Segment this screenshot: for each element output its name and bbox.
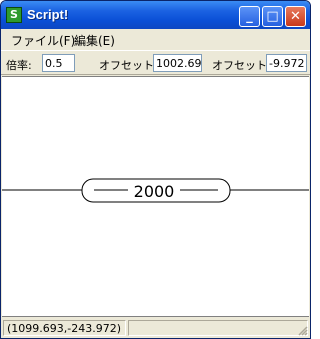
status-bar: (1099.693,-243.972) bbox=[1, 318, 310, 338]
zoom-input[interactable]: 0.5 bbox=[42, 54, 75, 72]
app-icon[interactable]: S bbox=[6, 7, 22, 23]
zoom-label: 倍率: bbox=[6, 59, 32, 72]
resize-grip-icon[interactable] bbox=[296, 324, 308, 336]
minimize-icon: _ bbox=[246, 9, 253, 24]
menu-bar: ファイル(F) 編集(E) bbox=[1, 29, 310, 49]
maximize-button[interactable]: □ bbox=[262, 6, 283, 27]
window-title: Script! bbox=[27, 7, 69, 22]
toolbar: 倍率: 0.5 オフセットX: 1002.693 オフセットY: -9.972 bbox=[1, 50, 310, 75]
offset-y-input[interactable]: -9.972 bbox=[266, 54, 307, 72]
canvas-svg: 2000 bbox=[2, 178, 309, 203]
minimize-button[interactable]: _ bbox=[239, 6, 260, 27]
title-bar[interactable]: S Script! _ □ ✕ bbox=[1, 1, 310, 29]
menu-edit[interactable]: 編集(E) bbox=[74, 32, 115, 49]
status-panel-empty bbox=[128, 320, 308, 336]
menu-file[interactable]: ファイル(F) bbox=[11, 32, 75, 49]
maximize-icon: □ bbox=[266, 9, 279, 24]
close-button[interactable]: ✕ bbox=[285, 6, 306, 27]
drawing-canvas[interactable]: 2000 bbox=[2, 76, 309, 317]
status-coordinates: (1099.693,-243.972) bbox=[3, 320, 126, 336]
node-label: 2000 bbox=[134, 182, 175, 201]
offset-x-input[interactable]: 1002.693 bbox=[153, 54, 202, 72]
close-icon: ✕ bbox=[290, 9, 301, 24]
main-window: S Script! _ □ ✕ ファイル(F) 編集(E) 倍率: 0.5 オフ… bbox=[0, 0, 311, 339]
